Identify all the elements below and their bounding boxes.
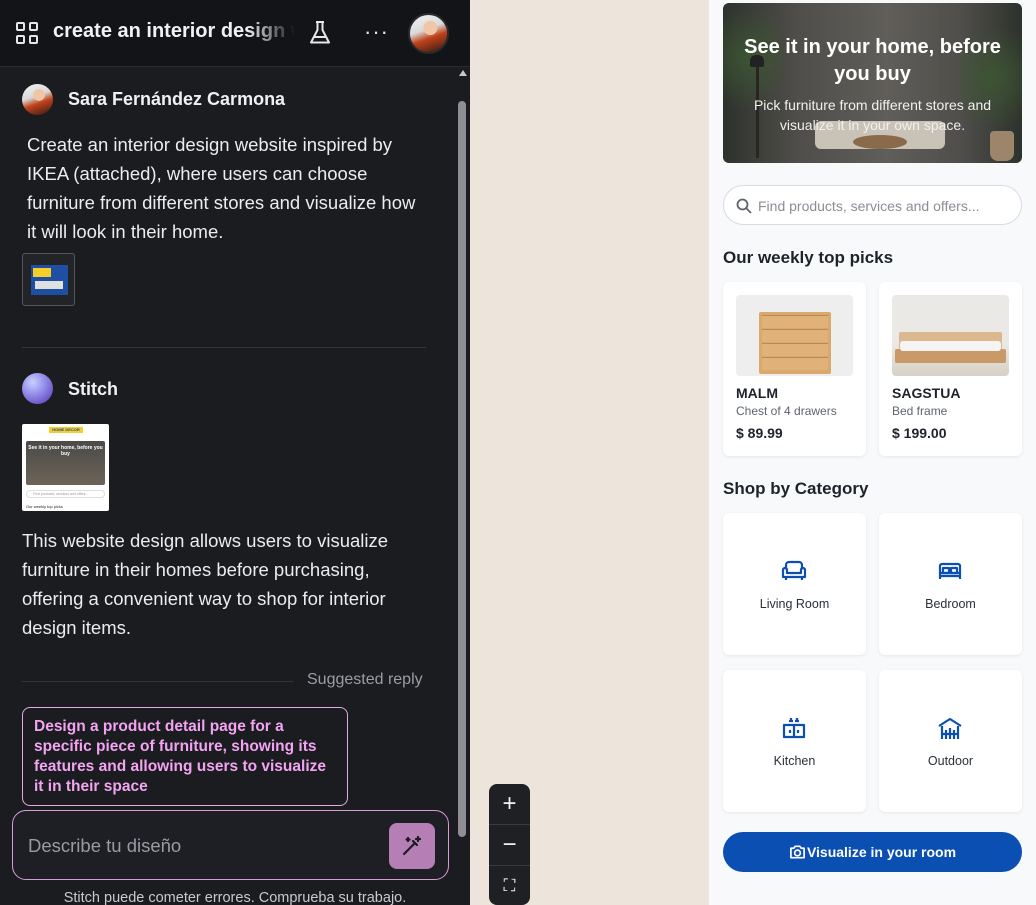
category-label: Kitchen (773, 754, 816, 768)
chat-panel: create an interior design website ··· Sa… (0, 0, 470, 905)
suggested-divider (22, 681, 294, 682)
product-price: $ 89.99 (736, 425, 783, 441)
category-title: Shop by Category (723, 479, 869, 498)
project-title[interactable]: create an interior design website (53, 20, 295, 43)
search-input[interactable] (758, 196, 1013, 216)
prompt-input[interactable] (28, 833, 358, 859)
attachment-thumbnail[interactable] (22, 253, 75, 306)
user-message: Create an interior design website inspir… (27, 134, 416, 242)
product-price: $ 199.00 (892, 425, 947, 441)
bot-message: This website design allows users to visu… (22, 530, 389, 638)
more-options-icon[interactable]: ··· (364, 19, 389, 45)
scroll-thumb[interactable] (458, 101, 466, 837)
user-name: Sara Fernández Carmona (68, 89, 286, 109)
thumbnail-caption: Our weekly top picks (26, 504, 63, 509)
product-description: Bed frame (892, 404, 948, 418)
prompt-composer (12, 810, 449, 880)
suggested-reply-label: Suggested reply (307, 671, 423, 688)
product-card-sagstua[interactable]: SAGSTUA Bed frame $ 199.00 (879, 282, 1022, 456)
fit-screen-button[interactable]: ⛶ (489, 866, 530, 905)
scroll-up-arrow-icon[interactable] (459, 70, 467, 76)
category-label: Bedroom (925, 597, 976, 611)
generate-button[interactable] (389, 823, 435, 869)
zoom-out-button[interactable]: − (489, 825, 530, 865)
apps-grid-icon[interactable] (16, 22, 38, 44)
bot-name: Stitch (68, 379, 119, 399)
category-label: Living Room (759, 597, 830, 611)
sofa-icon (781, 560, 807, 580)
outdoor-icon (938, 717, 962, 739)
thumbnail-logo: HOME DECOR (49, 427, 83, 433)
category-bedroom[interactable]: Bedroom (879, 513, 1022, 655)
magic-wand-icon (402, 835, 422, 856)
product-name: MALM (736, 385, 778, 401)
stitch-avatar (22, 373, 53, 404)
visualize-button-label: Visualize in your room (806, 844, 957, 860)
hero-banner: See it in your home, before you buy Pick… (723, 3, 1022, 163)
thumbnail-hero-text: See it in your home, before you buy (28, 445, 103, 457)
zoom-controls: + − ⛶ (489, 784, 530, 905)
hero-title: See it in your home, before you buy (744, 36, 1001, 85)
bed-icon (938, 562, 962, 579)
disclaimer-text: Stitch puede cometer errores. Comprueba … (63, 890, 407, 905)
product-card-malm[interactable]: MALM Chest of 4 drawers $ 89.99 (723, 282, 866, 456)
product-image-dresser (736, 295, 853, 376)
kitchen-icon (782, 718, 806, 739)
design-canvas-preview: See it in your home, before you buy Pick… (709, 0, 1036, 905)
chat-header: create an interior design website ··· (0, 0, 470, 67)
zoom-in-button[interactable]: + (489, 784, 530, 824)
message-divider (22, 347, 426, 348)
category-kitchen[interactable]: Kitchen (723, 670, 866, 812)
account-avatar[interactable] (408, 13, 449, 54)
product-image-bed (892, 295, 1009, 376)
category-label: Outdoor (927, 754, 974, 768)
design-preview-thumbnail[interactable]: HOME DECOR See it in your home, before y… (22, 424, 109, 511)
top-picks-title: Our weekly top picks (723, 248, 894, 267)
search-icon (736, 198, 752, 214)
camera-icon (790, 845, 805, 859)
category-living-room[interactable]: Living Room (723, 513, 866, 655)
product-search (723, 185, 1022, 225)
user-avatar (22, 84, 53, 115)
category-outdoor[interactable]: Outdoor (879, 670, 1022, 812)
thumbnail-search: Find products, services and offers... (26, 490, 105, 498)
hero-subtitle: Pick furniture from different stores and… (753, 97, 992, 133)
chat-scrollbar[interactable] (456, 67, 470, 905)
product-description: Chest of 4 drawers (736, 404, 837, 418)
visualize-in-room-button[interactable]: Visualize in your room (723, 832, 1022, 872)
product-name: SAGSTUA (892, 385, 961, 401)
flask-icon[interactable] (308, 20, 332, 46)
suggested-reply-button[interactable]: Design a product detail page for a speci… (22, 707, 348, 806)
